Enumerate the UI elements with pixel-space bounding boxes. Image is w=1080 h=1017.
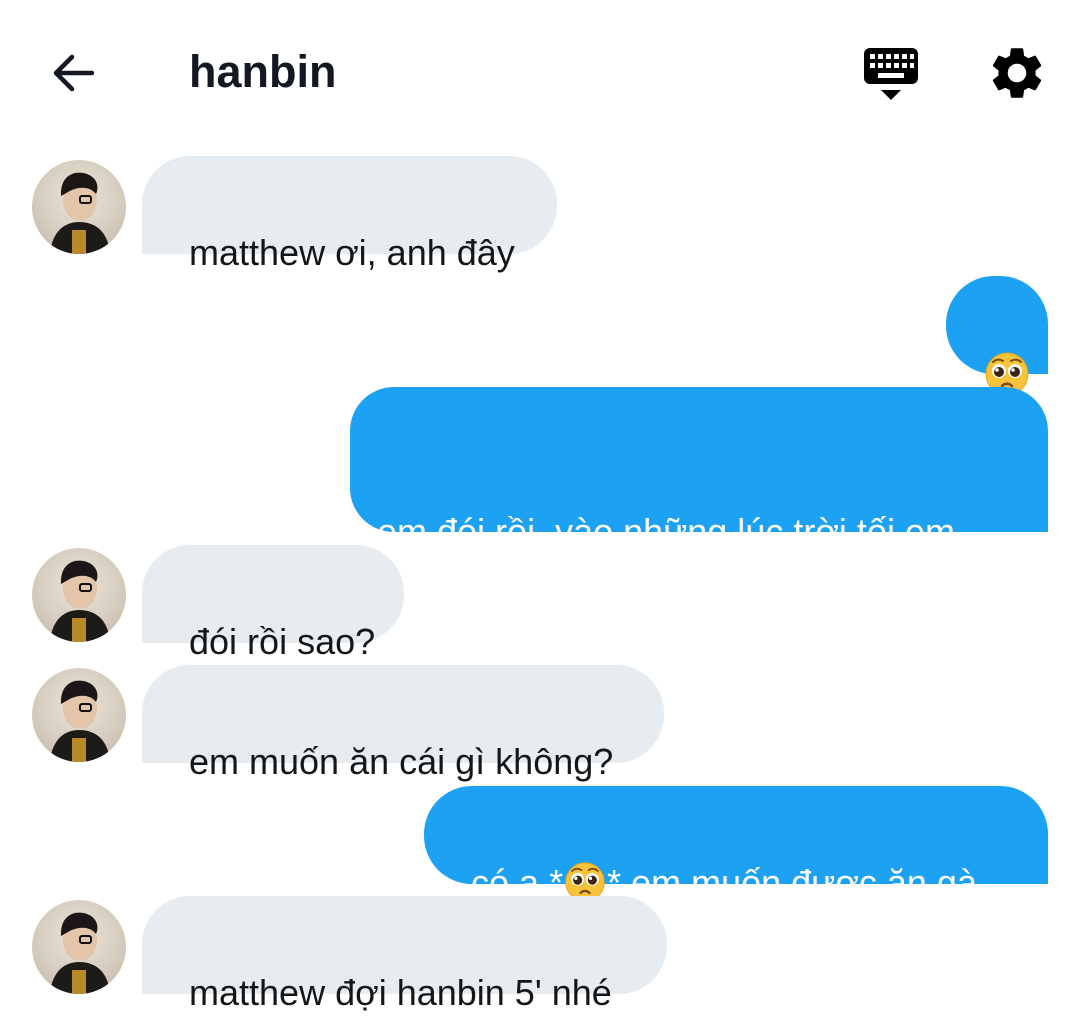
message-bubble-outgoing[interactable]: em đói rồi, vào những lúc trời tối em lạ…	[350, 387, 1048, 696]
profile-photo	[50, 560, 126, 642]
gear-icon	[992, 48, 1042, 98]
profile-photo	[50, 172, 126, 254]
message-bubble-incoming[interactable]: đói rồi sao?	[142, 545, 404, 662]
avatar[interactable]	[32, 160, 126, 254]
keyboard-icon	[864, 48, 918, 100]
avatar[interactable]	[32, 548, 126, 642]
conversation-header: hanbin	[0, 0, 1080, 140]
message-bubble-incoming[interactable]: matthew ơi, anh đây	[142, 156, 557, 273]
message-bubble-outgoing[interactable]: 🥺	[946, 276, 1048, 396]
message-text-line: em đói rồi, vào những lúc trời tối em	[377, 511, 955, 552]
message-text: matthew ơi, anh đây	[189, 232, 515, 273]
message-bubble-incoming[interactable]: matthew đợi hanbin 5' nhé	[142, 896, 667, 1013]
message-bubble-incoming[interactable]: em muốn ăn cái gì không?	[142, 665, 664, 782]
profile-photo	[50, 680, 126, 762]
arrow-left-icon	[53, 54, 95, 92]
message-text: * em muốn được ăn gà.	[607, 862, 987, 903]
conversation-title: hanbin	[189, 46, 337, 97]
keyboard-button[interactable]	[860, 44, 922, 102]
back-button[interactable]	[44, 44, 102, 102]
profile-photo	[50, 912, 126, 994]
message-text: em muốn ăn cái gì không?	[189, 741, 614, 782]
settings-button[interactable]	[986, 42, 1048, 104]
message-text: matthew đợi hanbin 5' nhé	[189, 972, 612, 1013]
avatar[interactable]	[32, 900, 126, 994]
message-bubble-outgoing[interactable]: có ạ * * em muốn được ăn gà. 🥺	[424, 786, 1048, 903]
avatar[interactable]	[32, 668, 126, 762]
message-text: đói rồi sao?	[189, 621, 376, 662]
